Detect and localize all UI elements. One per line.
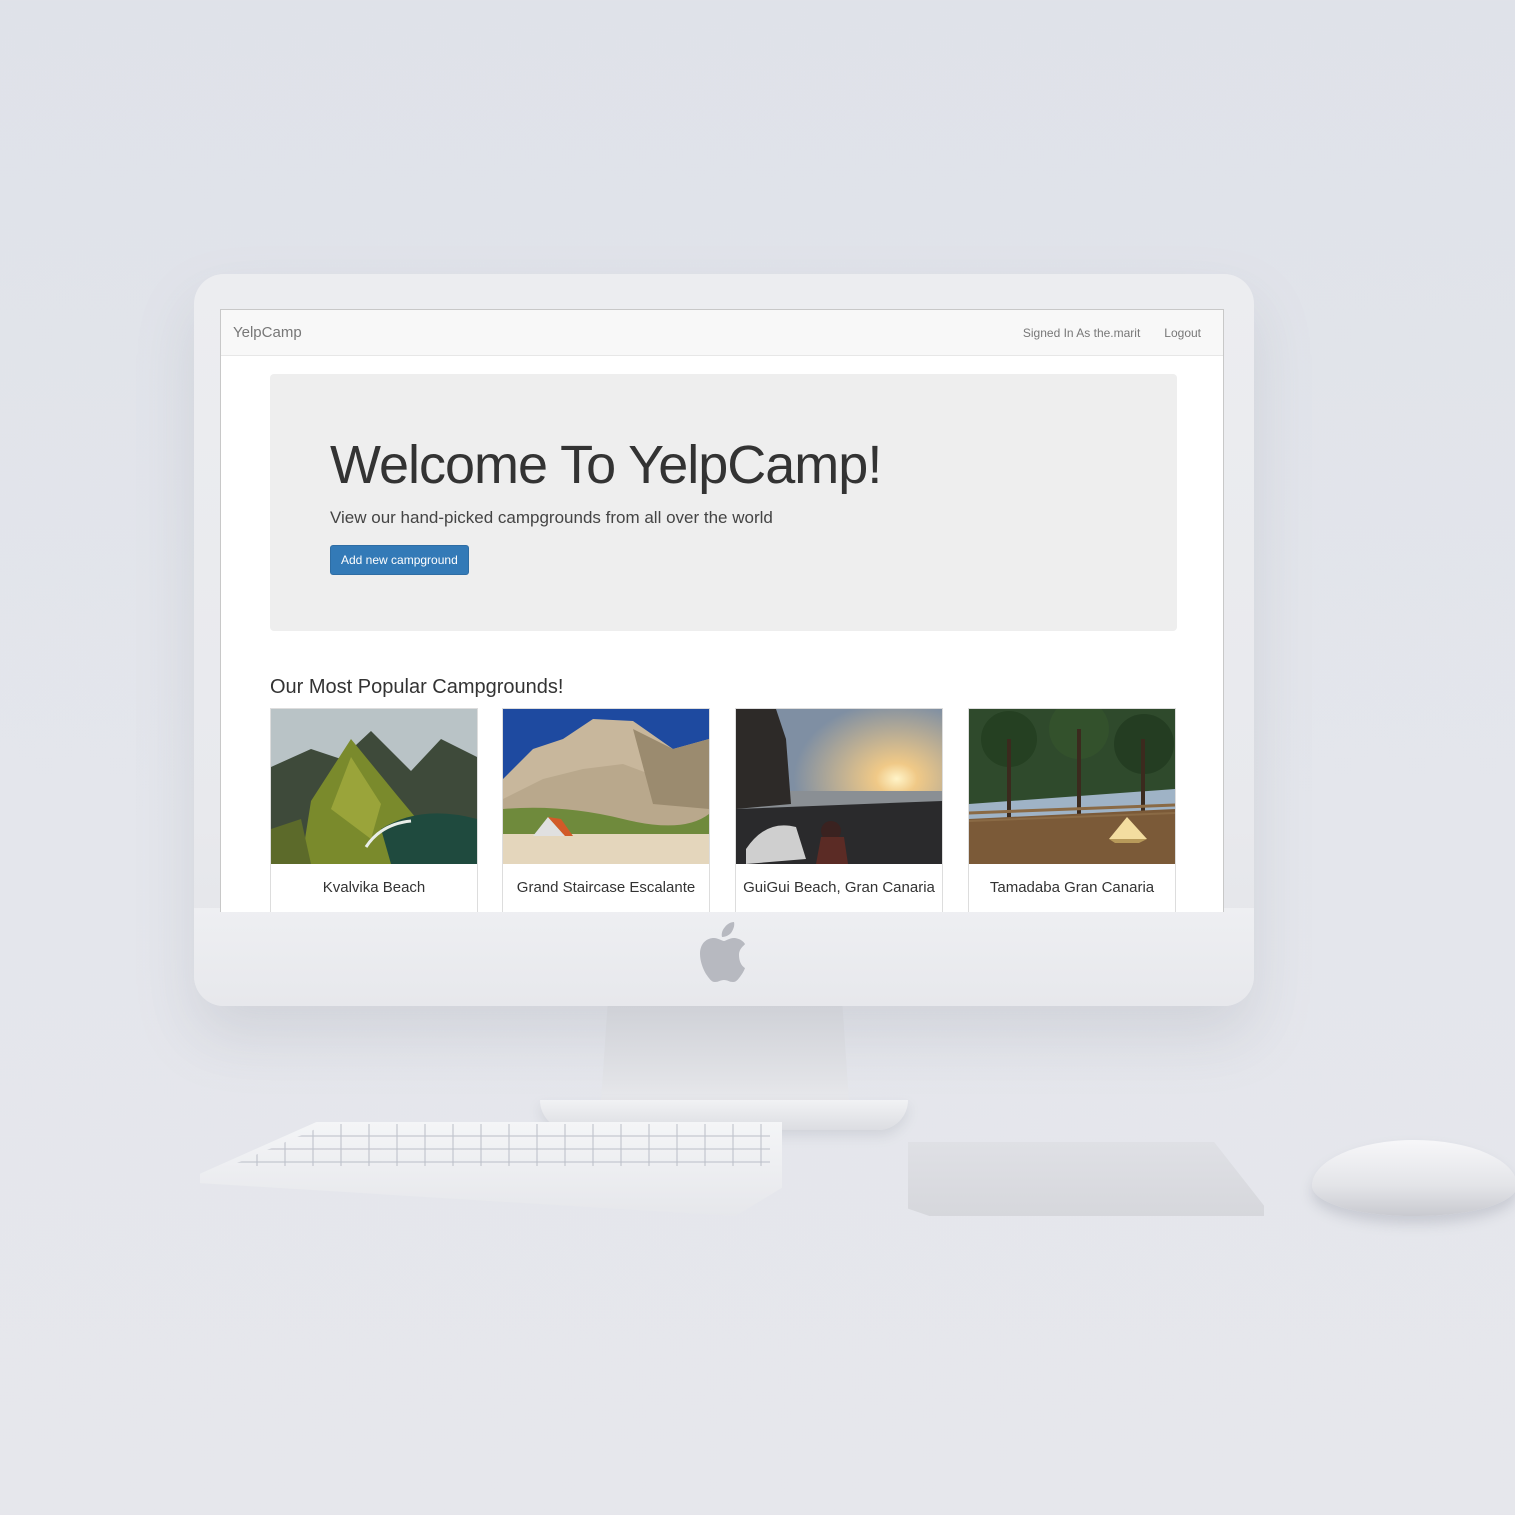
mouse <box>1312 1140 1515 1216</box>
card-title[interactable]: Tamadaba Gran Canaria <box>969 879 1175 896</box>
logout-link[interactable]: Logout <box>1164 326 1201 340</box>
popular-heading: Our Most Popular Campgrounds! <box>270 676 564 698</box>
campground-cards: Kvalvika Beach Grand Staircase Escalante <box>270 708 1177 912</box>
card-title[interactable]: Grand Staircase Escalante <box>503 879 709 896</box>
brand-link[interactable]: YelpCamp <box>233 324 302 341</box>
card-title[interactable]: Kvalvika Beach <box>271 879 477 896</box>
jumbotron: Welcome To YelpCamp! View our hand-picke… <box>270 374 1177 631</box>
hero-subtitle: View our hand-picked campgrounds from al… <box>330 508 773 527</box>
campground-card[interactable]: GuiGui Beach, Gran Canaria <box>735 708 943 912</box>
campground-image-kvalvika[interactable] <box>271 709 477 864</box>
campground-image-guigui[interactable] <box>736 709 942 864</box>
campground-card[interactable]: Grand Staircase Escalante <box>502 708 710 912</box>
trackpad <box>908 1142 1264 1216</box>
page-title: Welcome To YelpCamp! <box>330 435 882 495</box>
campground-image-tamadaba[interactable] <box>969 709 1175 864</box>
signed-in-link[interactable]: Signed In As the.marit <box>1023 326 1140 340</box>
campground-image-escalante[interactable] <box>503 709 709 864</box>
browser-screen: YelpCamp Signed In As the.marit Logout W… <box>220 309 1224 912</box>
card-title[interactable]: GuiGui Beach, Gran Canaria <box>736 879 942 896</box>
campground-card[interactable]: Tamadaba Gran Canaria <box>968 708 1176 912</box>
apple-logo-icon <box>700 922 745 982</box>
navbar: YelpCamp Signed In As the.marit Logout <box>221 310 1223 356</box>
nav-right: Signed In As the.marit Logout <box>1023 326 1201 340</box>
campground-card[interactable]: Kvalvika Beach <box>270 708 478 912</box>
add-campground-button[interactable]: Add new campground <box>330 545 469 575</box>
